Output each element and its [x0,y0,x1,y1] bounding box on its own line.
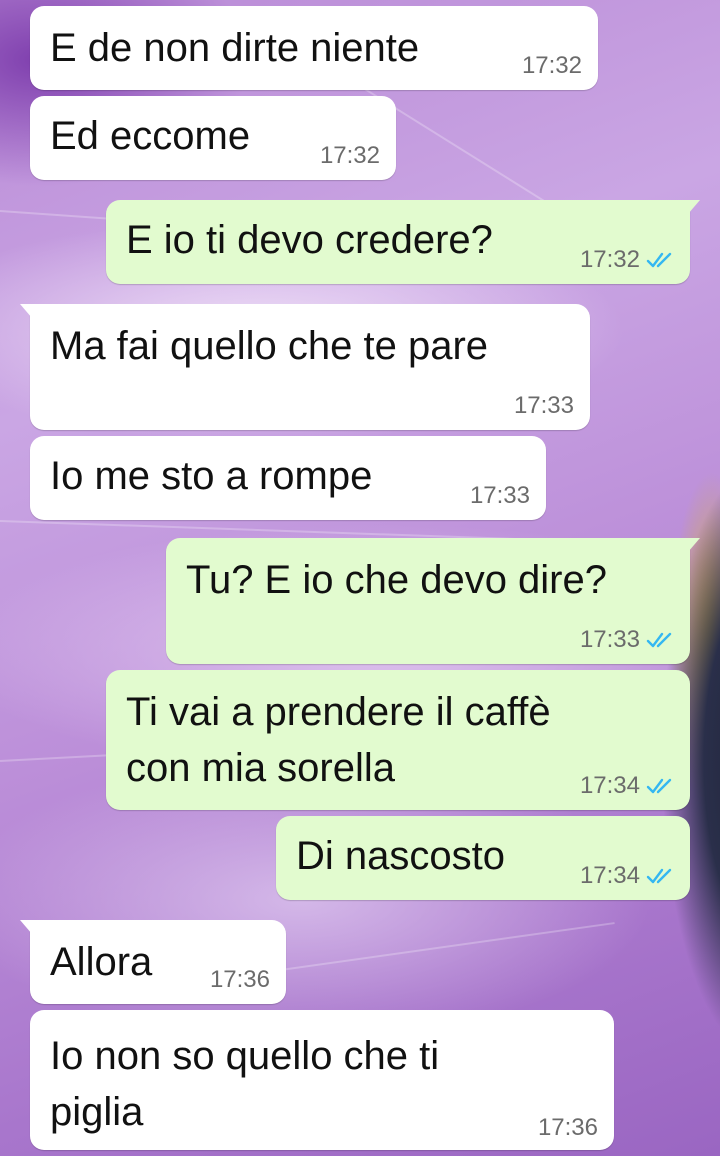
message-timestamp: 17:36 [537,1114,598,1141]
message-bubble-outgoing[interactable]: E io ti devo credere? 17:32 [106,200,700,284]
message-bubble-incoming[interactable]: Io me sto a rompe 17:33 [30,436,546,520]
message-timestamp: 17:34 [580,862,674,890]
bubble-tail [20,920,32,934]
message-text: E io ti devo credere? [126,218,493,262]
message-bubble-incoming[interactable]: Allora 17:36 [20,920,286,1004]
bubble-tail [688,538,700,552]
message-list[interactable]: E de non dirte niente 17:32 Ed eccome 17… [0,0,720,1156]
message-timestamp: 17:33 [513,392,574,419]
message-timestamp: 17:32 [521,52,582,79]
message-text: con mia sorella [126,746,396,790]
read-double-check-icon [646,632,672,648]
message-timestamp: 17:32 [319,142,380,169]
message-text: Io me sto a rompe [50,454,373,498]
bubble-tail [688,200,700,214]
message-text: Io non so quello che ti [50,1034,440,1078]
message-bubble-outgoing[interactable]: Tu? E io che devo dire? 17:33 [166,538,700,664]
message-timestamp: 17:33 [469,482,530,509]
message-timestamp: 17:36 [209,966,270,993]
message-bubble-incoming[interactable]: Io non so quello che ti piglia 17:36 [30,1010,614,1150]
message-text: Ti vai a prendere il caffè [126,690,551,734]
message-bubble-incoming[interactable]: Ma fai quello che te pare 17:33 [20,304,590,430]
message-text: Allora [50,940,153,984]
message-text: Tu? E io che devo dire? [186,558,607,602]
message-text: E de non dirte niente [50,26,420,70]
message-bubble-outgoing[interactable]: Di nascosto 17:34 [276,816,690,900]
message-text: Di nascosto [296,834,505,878]
message-text: Ed eccome [50,114,251,158]
read-double-check-icon [646,868,672,884]
message-bubble-outgoing[interactable]: Ti vai a prendere il caffè con mia sorel… [106,670,690,810]
message-timestamp: 17:32 [580,246,674,274]
message-text: Ma fai quello che te pare [50,324,489,368]
read-double-check-icon [646,252,672,268]
message-timestamp: 17:34 [580,772,674,800]
message-timestamp: 17:33 [580,626,674,654]
read-double-check-icon [646,778,672,794]
message-text: piglia [50,1090,144,1134]
message-bubble-incoming[interactable]: Ed eccome 17:32 [30,96,396,180]
message-bubble-incoming[interactable]: E de non dirte niente 17:32 [30,6,598,90]
bubble-tail [20,304,32,318]
